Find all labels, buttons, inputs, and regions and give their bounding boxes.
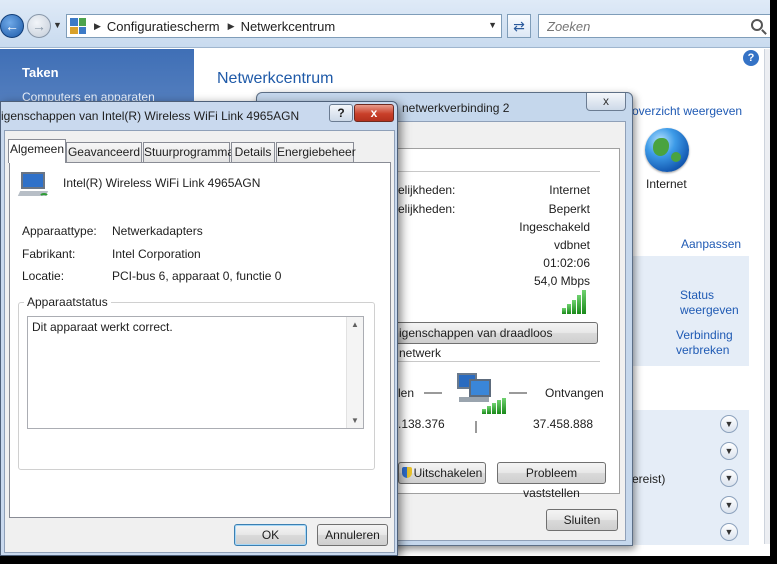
status-textbox-scrollbar[interactable]: ▲ ▼ (346, 317, 363, 428)
location-value: PCI-bus 6, apparaat 0, functie 0 (112, 269, 282, 283)
signal-strength-icon (562, 290, 586, 314)
divider (394, 171, 600, 172)
shield-icon (401, 467, 412, 478)
disable-button-label: Uitschakelen (413, 466, 483, 480)
scroll-up-icon[interactable]: ▲ (351, 320, 359, 329)
activity-line (509, 392, 527, 394)
properties-dialog-title: igenschappen van Intel(R) Wireless WiFi … (1, 109, 300, 123)
expand-icon[interactable]: ▼ (720, 523, 738, 541)
device-status-textbox[interactable]: Dit apparaat werkt correct. (27, 316, 364, 429)
received-bytes-value: 37.458.888 (533, 417, 594, 431)
tab-driver[interactable]: Stuurprogramma (143, 142, 234, 162)
back-button[interactable]: ← (0, 14, 24, 38)
help-icon[interactable]: ? (743, 50, 759, 66)
status-row-value: Internet (549, 183, 590, 197)
activity-line (424, 392, 442, 394)
device-name: Intel(R) Wireless WiFi Link 4965AGN (63, 176, 261, 190)
screen-bottom-edge (0, 556, 777, 564)
status-row-value: Ingeschakeld (519, 220, 590, 234)
expand-icon[interactable]: ▼ (720, 415, 738, 433)
cancel-button[interactable]: Annuleren (317, 524, 388, 546)
breadcrumb-control-panel[interactable]: Configuratiescherm (107, 19, 220, 34)
manufacturer-value: Intel Corporation (112, 247, 201, 261)
tab-details[interactable]: Details (231, 142, 275, 162)
control-panel-icon (70, 18, 86, 34)
customize-link[interactable]: Aanpassen (681, 237, 741, 251)
device-type-label: Apparaattype: (22, 224, 97, 238)
partial-setting-text: ereist) (632, 472, 666, 486)
ok-button[interactable]: OK (234, 524, 307, 546)
expand-icon[interactable]: ▼ (720, 469, 738, 487)
view-status-link[interactable]: Status weergeven (680, 288, 750, 318)
recent-pages-dropdown-icon[interactable]: ▼ (53, 20, 62, 30)
status-row-value: 01:02:06 (543, 256, 590, 270)
internet-label: Internet (646, 177, 687, 191)
wireless-properties-button[interactable]: igenschappen van draadloos netwerk (394, 322, 598, 360)
tab-power-management[interactable]: Energiebeheer (276, 142, 356, 162)
breadcrumb-network-center[interactable]: Netwerkcentrum (241, 19, 336, 34)
page-title: Netwerkcentrum (217, 70, 334, 87)
full-map-link[interactable]: overzicht weergeven (632, 104, 742, 118)
status-row-label: elijkheden: (398, 202, 456, 216)
forward-button[interactable]: → (27, 14, 51, 38)
manufacturer-label: Fabrikant: (22, 247, 76, 261)
search-box[interactable] (538, 14, 772, 38)
address-field[interactable]: ▶ Configuratiescherm ▶ Netwerkcentrum ▼ (66, 14, 502, 38)
close-button[interactable]: Sluiten (546, 509, 618, 531)
scroll-down-icon[interactable]: ▼ (351, 416, 359, 425)
status-dialog-close-button[interactable]: x (586, 93, 626, 111)
activity-bars-icon (482, 398, 506, 414)
status-row-label: elijkheden: (398, 183, 456, 197)
search-icon[interactable] (751, 19, 763, 31)
status-row-value: vdbnet (553, 238, 590, 252)
sidebar-title: Taken (22, 65, 59, 80)
divider (394, 361, 600, 362)
location-label: Locatie: (22, 269, 65, 283)
expand-icon[interactable]: ▼ (720, 496, 738, 514)
diagnose-button[interactable]: Probleem vaststellen (497, 462, 606, 500)
refresh-icon: ⇄ (513, 17, 525, 34)
disable-button[interactable]: Uitschakelen (398, 462, 486, 484)
search-input[interactable] (545, 17, 725, 35)
status-row-value: Beperkt (548, 202, 590, 216)
refresh-button[interactable]: ⇄ (507, 14, 531, 38)
status-dialog-title: netwerkverbinding 2 (402, 101, 510, 115)
device-status-group-label: Apparaatstatus (24, 295, 111, 309)
status-row-value: 54,0 Mbps (533, 274, 590, 288)
chevron-right-icon[interactable]: ▶ (94, 21, 101, 32)
screen-right-edge (770, 0, 777, 564)
address-bar-area: ← → ▼ ▶ Configuratiescherm ▶ Netwerkcent… (0, 0, 777, 48)
expand-icon[interactable]: ▼ (720, 442, 738, 460)
activity-divider (475, 421, 477, 433)
disconnect-link[interactable]: Verbinding verbreken (676, 328, 746, 358)
chevron-right-icon[interactable]: ▶ (228, 21, 235, 32)
sent-bytes-value: .138.376 (398, 417, 445, 431)
sent-label: len (398, 386, 415, 400)
device-type-value: Netwerkadapters (112, 224, 203, 238)
help-button[interactable]: ? (329, 104, 353, 122)
address-dropdown-icon[interactable]: ▼ (488, 20, 497, 30)
received-label: Ontvangen (545, 386, 604, 400)
tab-advanced[interactable]: Geavanceerd (66, 142, 142, 162)
properties-close-button[interactable]: x (354, 104, 394, 122)
network-adapter-icon (17, 172, 51, 202)
internet-globe-icon[interactable] (645, 128, 689, 172)
tab-general[interactable]: Algemeen (8, 139, 66, 163)
